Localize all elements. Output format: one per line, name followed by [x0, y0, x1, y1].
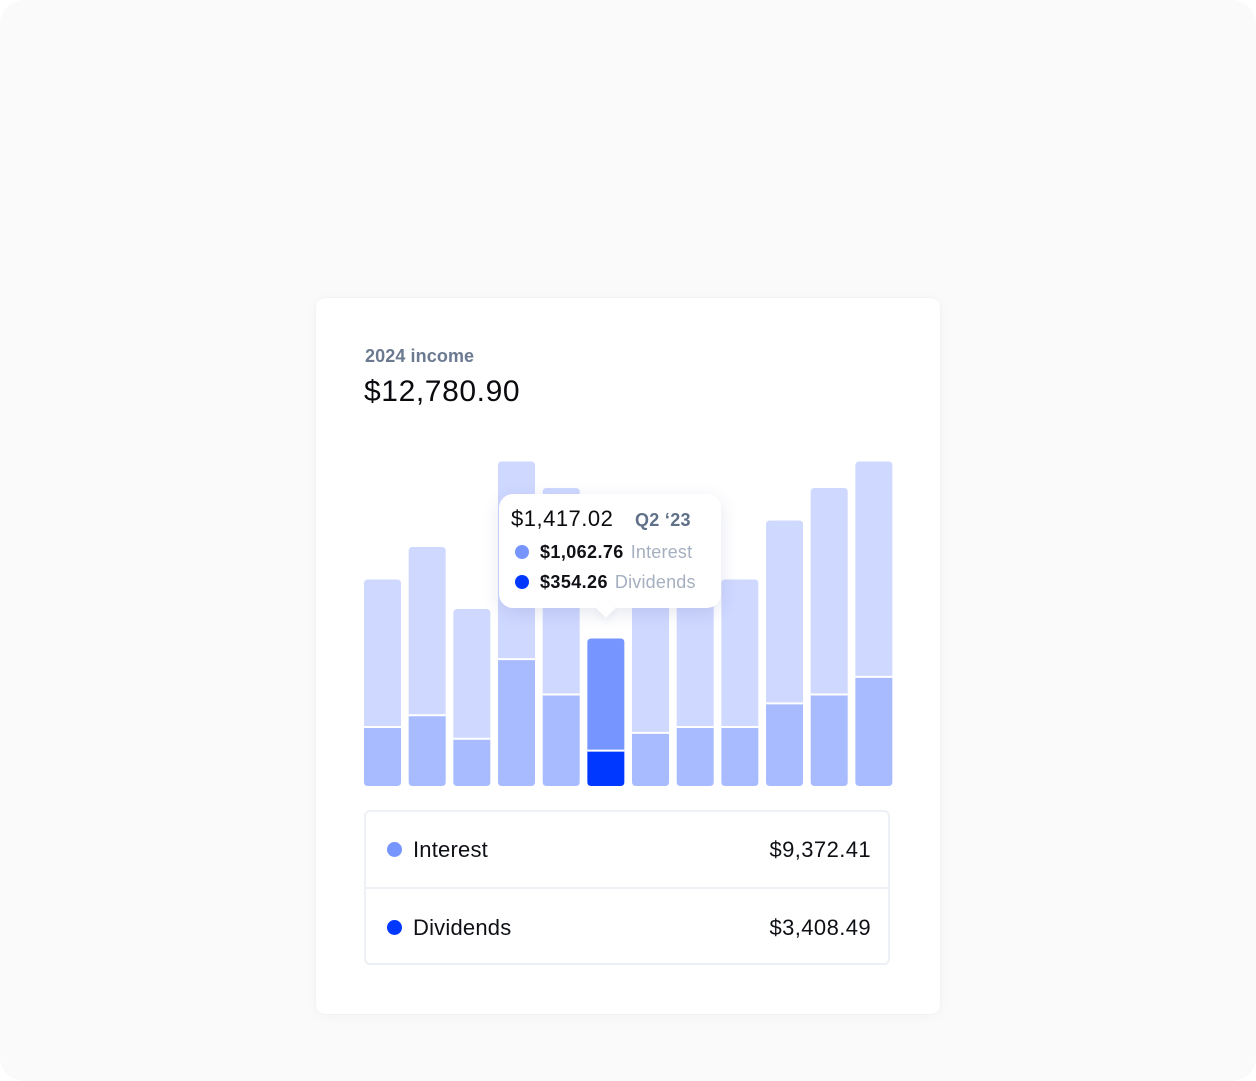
bar-2[interactable] — [408, 547, 446, 786]
income-card: 2024 income $12,780.90 $1,417.02 Q2 ‘23 … — [316, 298, 940, 1014]
bar-10-lower-segment — [766, 703, 804, 786]
tooltip-total: $1,417.02 — [511, 506, 614, 531]
tooltip-interest-label: Interest — [630, 541, 693, 562]
bar-7-lower-segment — [632, 732, 670, 786]
bar-11-lower-segment — [810, 694, 848, 786]
bar-3-lower-segment — [453, 738, 491, 786]
bar-10-upper-segment — [766, 520, 804, 704]
tooltip-dividends-label: Dividends — [614, 571, 696, 592]
bar-10[interactable] — [766, 520, 804, 787]
legend-dividends-value: $3,408.49 — [769, 914, 871, 940]
bar-9-upper-segment — [721, 579, 759, 727]
bar-9[interactable] — [721, 579, 759, 787]
app-background: 2024 income $12,780.90 $1,417.02 Q2 ‘23 … — [0, 0, 1256, 1081]
bar-3[interactable] — [453, 609, 491, 786]
tooltip-period: Q2 ‘23 — [635, 510, 691, 530]
bar-1[interactable] — [364, 579, 401, 787]
bar-12[interactable] — [855, 461, 893, 787]
bar-6-upper-segment — [587, 638, 625, 751]
bar-3-upper-segment — [453, 609, 491, 739]
tooltip-dividends-value: $354.26 — [540, 571, 608, 592]
bar-12-upper-segment — [855, 461, 893, 677]
bar-1-lower-segment — [364, 727, 401, 786]
tooltip-row-interest: $1,062.76 Interest — [515, 541, 692, 563]
bar-9-lower-segment — [721, 727, 759, 786]
interest-dot-icon — [515, 545, 529, 559]
dividends-dot-icon — [515, 575, 529, 589]
interest-legend-dot-icon — [387, 842, 402, 857]
bar-5-lower-segment — [542, 694, 580, 786]
bar-1-upper-segment — [364, 579, 401, 727]
bar-12-lower-segment — [855, 676, 893, 786]
income-legend: Interest $9,372.41 Dividends $3,408.49 — [364, 810, 890, 965]
bar-6[interactable] — [587, 638, 625, 787]
bar-11-upper-segment — [810, 488, 848, 695]
legend-row-dividends[interactable]: Dividends $3,408.49 — [366, 889, 888, 966]
bar-8-lower-segment — [676, 727, 714, 786]
bar-2-lower-segment — [408, 715, 446, 786]
bar-11[interactable] — [810, 488, 848, 786]
legend-dividends-label: Dividends — [413, 914, 512, 940]
bar-2-upper-segment — [408, 547, 446, 716]
bar-6-lower-segment — [587, 750, 625, 786]
legend-row-interest[interactable]: Interest $9,372.41 — [366, 812, 888, 889]
dividends-legend-dot-icon — [387, 920, 402, 935]
tooltip-row-dividends: $354.26 Dividends — [515, 571, 696, 593]
bar-4-lower-segment — [498, 659, 536, 786]
tooltip-interest-value: $1,062.76 — [540, 541, 624, 562]
legend-interest-label: Interest — [413, 836, 488, 862]
legend-interest-value: $9,372.41 — [769, 836, 871, 862]
hover-tooltip: $1,417.02 Q2 ‘23 $1,062.76 Interest $354… — [499, 494, 721, 608]
